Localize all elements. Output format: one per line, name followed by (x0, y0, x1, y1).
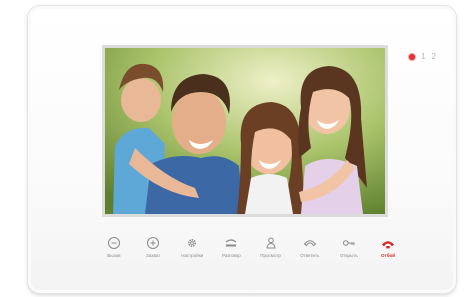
channel-2-indicator: 2 (431, 52, 436, 61)
talk-button-label: Разговор (222, 253, 241, 258)
answer-button[interactable]: Ответить (292, 236, 328, 258)
settings-button[interactable]: Настройки (174, 236, 210, 258)
capture-button-label: Захват (146, 253, 161, 258)
plus-circle-icon (147, 237, 160, 249)
answer-button-label: Ответить (300, 253, 320, 258)
call-button-label: Вызов (107, 253, 121, 258)
person-icon (266, 237, 276, 249)
hangup-button[interactable]: Отбой (370, 236, 406, 258)
control-button-row: Вызов Захват Настройки Разговор Просмотр… (96, 236, 406, 258)
hangup-button-label: Отбой (380, 253, 395, 258)
phone-hangup-icon (381, 241, 394, 249)
display-bezel (102, 45, 388, 217)
status-indicators: 1 2 (409, 52, 436, 61)
power-led (409, 53, 416, 60)
display-screen (105, 48, 385, 214)
talk-button[interactable]: Разговор (213, 236, 249, 258)
phone-answer-icon (303, 240, 316, 247)
gear-icon (188, 238, 197, 248)
unlock-button[interactable]: Открыть (331, 236, 367, 258)
key-icon (342, 240, 355, 246)
handset-icon (226, 239, 237, 247)
monitor-button-label: Просмотр (260, 253, 281, 258)
settings-button-label: Настройки (181, 253, 204, 258)
capture-button[interactable]: Захват (135, 236, 171, 258)
channel-1-indicator: 1 (421, 52, 426, 61)
family-photo (105, 48, 385, 214)
minus-circle-icon (108, 237, 120, 249)
call-button[interactable]: Вызов (96, 236, 132, 258)
unlock-button-label: Открыть (340, 253, 358, 258)
video-intercom-monitor: 1 2 Вызов Захват Настройки Разговор Прос… (28, 6, 456, 293)
monitor-button[interactable]: Просмотр (253, 236, 289, 258)
